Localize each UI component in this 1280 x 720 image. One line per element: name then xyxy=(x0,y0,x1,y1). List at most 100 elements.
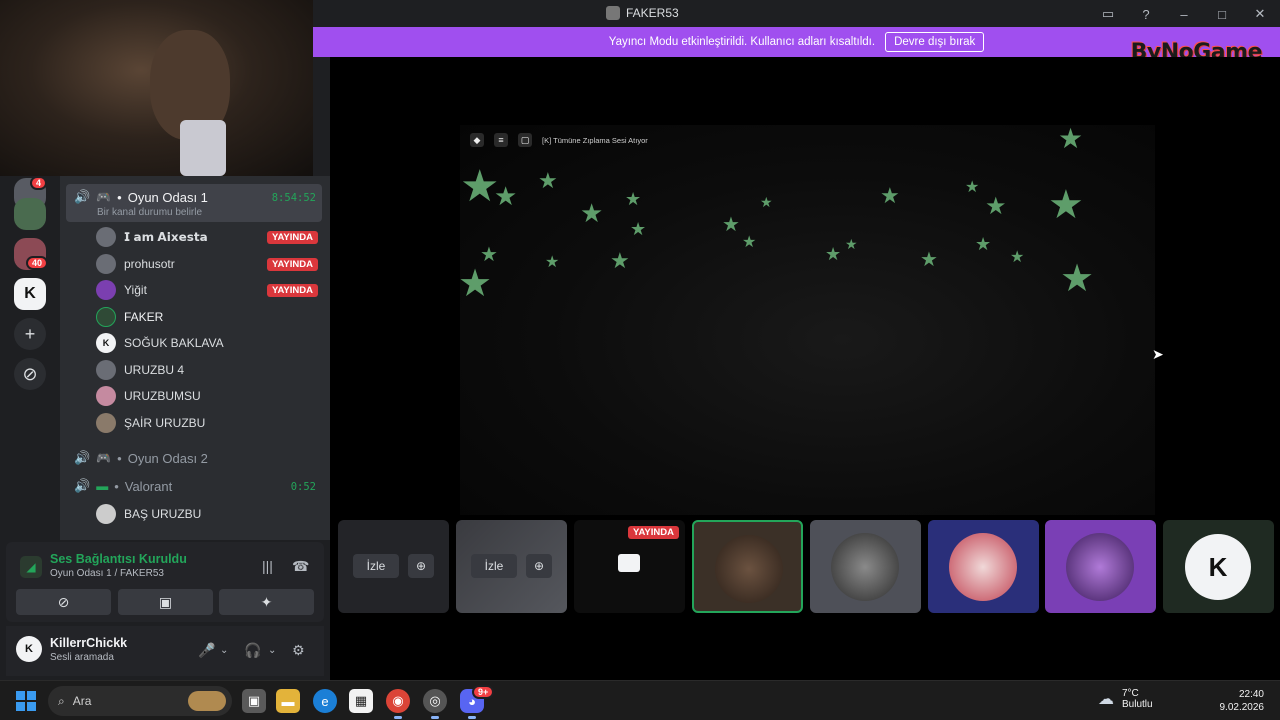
voice-user[interactable]: 𝗜 𝗮𝗺 𝗔𝗶𝘅𝗲𝘀𝘁𝗮 YAYINDA xyxy=(96,227,318,247)
participant-tile[interactable] xyxy=(928,520,1039,613)
microphone-icon[interactable]: 🎤 xyxy=(198,642,215,659)
user-name: BAŞ URUZBU xyxy=(124,507,202,521)
chat-icon[interactable]: ▢ xyxy=(518,133,532,147)
voice-user[interactable]: BAŞ URUZBU xyxy=(96,504,318,524)
participant-tile[interactable]: İzle ⊕ xyxy=(338,520,449,613)
voice-user[interactable]: ŞAİR URUZBU xyxy=(96,413,318,433)
voice-connection-panel: ◢ Ses Bağlantısı Kuruldu Oyun Odası 1 / … xyxy=(6,542,324,622)
user-panel: K KillerrChickk Sesli aramada 🎤 ⌄ 🎧 ⌄ ⚙ xyxy=(6,626,324,676)
inbox-icon[interactable]: ▭ xyxy=(1100,6,1116,22)
time: 22:40 xyxy=(1238,689,1264,700)
channel-valorant[interactable]: 🔊 ▬ • Valorant xyxy=(74,478,172,494)
weather-text: Bulutlu xyxy=(1122,699,1153,710)
menu-icon[interactable]: ≡ xyxy=(494,133,508,147)
star-decoration: ★ xyxy=(1060,258,1095,300)
chevron-down-icon[interactable]: ⌄ xyxy=(268,645,276,656)
chrome-icon[interactable]: ◉ xyxy=(386,689,410,719)
participant-tile[interactable] xyxy=(1045,520,1156,613)
help-icon[interactable]: ? xyxy=(1138,6,1154,22)
participant-tile[interactable] xyxy=(810,520,921,613)
game-hint: [K] Tümüne Zıplama Sesi Atıyor xyxy=(542,135,648,145)
server-icon-kc[interactable]: K xyxy=(14,278,46,310)
windows-start-icon[interactable] xyxy=(16,691,36,711)
participant-tile[interactable]: K xyxy=(1163,520,1274,613)
star-decoration: ★ xyxy=(538,168,558,193)
gun-icon: ▬ xyxy=(96,479,109,493)
voice-user[interactable]: Yiğit YAYINDA xyxy=(96,280,318,300)
maximize-button[interactable]: □ xyxy=(1214,6,1230,22)
activities-button[interactable]: ✦ xyxy=(219,589,314,615)
signal-icon: ◢ xyxy=(20,556,42,578)
noise-suppression-icon[interactable]: ||| xyxy=(262,558,273,574)
monitor-icon xyxy=(618,554,640,572)
user-name: URUZBUMSU xyxy=(124,389,201,403)
participant-tile-selected[interactable] xyxy=(692,520,803,613)
discover-icon[interactable]: ⊘ xyxy=(14,358,46,390)
store-icon[interactable]: ▦ xyxy=(349,689,373,713)
user-name[interactable]: KillerrChickk xyxy=(50,636,127,650)
popout-icon[interactable]: ⊕ xyxy=(408,554,434,578)
voice-user[interactable]: URUZBU 4 xyxy=(96,360,318,380)
screen-share-button[interactable]: ▣ xyxy=(118,589,213,615)
star-decoration: ★ xyxy=(610,248,630,273)
popout-icon[interactable]: ⊕ xyxy=(526,554,552,578)
star-decoration: ★ xyxy=(1058,123,1084,154)
voice-status[interactable]: Ses Bağlantısı Kuruldu xyxy=(50,552,187,566)
user-name: 𝗜 𝗮𝗺 𝗔𝗶𝘅𝗲𝘀𝘁𝗮 xyxy=(124,230,208,244)
avatar xyxy=(96,504,116,524)
close-button[interactable]: ✕ xyxy=(1252,6,1268,22)
voice-user[interactable]: FAKER xyxy=(96,307,318,327)
voice-user[interactable]: URUZBUMSU xyxy=(96,386,318,406)
avatar xyxy=(96,254,116,274)
user-name: URUZBU 4 xyxy=(124,363,185,377)
participant-tile-live[interactable]: YAYINDA xyxy=(574,520,685,613)
star-decoration: ★ xyxy=(742,234,757,251)
channel-timer: 0:52 xyxy=(290,481,316,493)
minimize-button[interactable]: – xyxy=(1176,6,1192,22)
voice-channel[interactable]: Oyun Odası 1 / FAKER53 xyxy=(50,568,164,579)
settings-icon[interactable]: ⚙ xyxy=(292,642,305,659)
taskbar-clock[interactable]: 22:40 9.02.2026 xyxy=(1220,688,1265,714)
disable-streamer-mode-button[interactable]: Devre dışı bırak xyxy=(885,32,985,52)
watch-button[interactable]: İzle xyxy=(471,554,517,578)
date: 9.02.2026 xyxy=(1219,702,1265,713)
channel-list: 🔊 🎮 • Oyun Odası 1 8:54:52 Bir kanal dur… xyxy=(60,176,330,540)
server-icon-2[interactable] xyxy=(14,198,46,230)
webcam-overlay xyxy=(0,0,313,176)
avatar xyxy=(949,533,1017,601)
taskbar-search[interactable]: ⌕ Ara xyxy=(48,686,232,716)
watch-button[interactable]: İzle xyxy=(353,554,399,578)
weather-widget[interactable]: ☁ 7°C Bulutlu xyxy=(1098,688,1153,710)
obs-icon[interactable]: ◎ xyxy=(423,689,447,719)
task-view-icon[interactable]: ▣ xyxy=(242,689,266,713)
star-decoration: ★ xyxy=(458,263,493,305)
avatar[interactable]: K xyxy=(16,636,42,662)
voice-user[interactable]: K SOĞUK BAKLAVA xyxy=(96,333,318,353)
voice-user[interactable]: prohusotr YAYINDA xyxy=(96,254,318,274)
star-decoration: ★ xyxy=(625,189,642,209)
gamepad-icon: 🎮 xyxy=(96,190,112,204)
edge-icon[interactable]: e xyxy=(313,689,337,713)
banner-text: Yayıncı Modu etkinleştirildi. Kullanıcı … xyxy=(608,36,876,48)
user-name: prohusotr xyxy=(124,257,175,271)
chevron-down-icon[interactable]: ⌄ xyxy=(220,645,228,656)
stream-view[interactable]: ★ ★ ★ ★ ★ ★ ★ ★ ★ ★ ★ ★ ★ ★ ★ ★ ★ ★ ★ ★ … xyxy=(458,123,1155,515)
participant-tile[interactable]: İzle ⊕ xyxy=(456,520,567,613)
star-decoration: ★ xyxy=(630,219,647,239)
roblox-icon[interactable]: ◆ xyxy=(470,133,484,147)
avatar xyxy=(96,386,116,406)
avatar: K xyxy=(96,333,116,353)
live-badge: YAYINDA xyxy=(266,230,318,244)
channel-oyun-odasi-2[interactable]: 🔊 🎮 • Oyun Odası 2 xyxy=(74,450,208,466)
headphones-icon[interactable]: 🎧 xyxy=(244,642,261,659)
file-explorer-icon[interactable]: ▬ xyxy=(276,689,300,713)
disconnect-icon[interactable]: ☎ xyxy=(292,558,309,575)
channel-header: 🔊 🎮 • Oyun Odası 1 xyxy=(74,189,208,205)
channel-status[interactable]: Bir kanal durumu belirle xyxy=(97,207,202,218)
speaker-icon: 🔊 xyxy=(74,189,91,204)
camera-off-button[interactable]: ⊘ xyxy=(16,589,111,615)
gamepad-icon: 🎮 xyxy=(96,451,112,465)
add-server-icon[interactable]: + xyxy=(14,318,46,350)
server-badge-2: 40 xyxy=(26,256,49,270)
live-badge: YAYINDA xyxy=(627,526,679,539)
